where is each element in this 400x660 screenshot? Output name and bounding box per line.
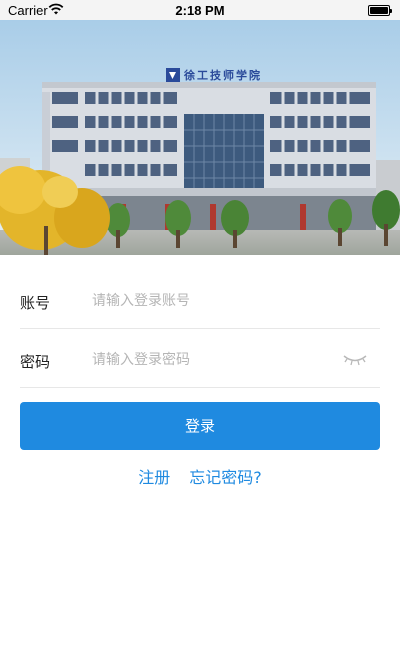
- auth-links: 注册 忘记密码?: [0, 464, 400, 488]
- login-screen: Carrier 2:18 PM 徐工技师学院 账号 请输入登录账号 密码 登录 …: [0, 0, 400, 660]
- password-row: 密码: [20, 329, 380, 388]
- account-row: 账号: [20, 270, 380, 329]
- password-label: 密码: [20, 353, 51, 371]
- login-form: 账号 密码: [20, 270, 380, 388]
- account-input[interactable]: [92, 288, 332, 314]
- eye-closed-icon[interactable]: [342, 353, 368, 367]
- password-input[interactable]: [92, 347, 332, 373]
- campus-building-illustration: [0, 20, 400, 255]
- account-label: 账号: [20, 294, 51, 312]
- campus-banner-image: 徐工技师学院: [0, 20, 400, 255]
- status-bar: Carrier 2:18 PM: [0, 0, 400, 20]
- forgot-password-link[interactable]: 忘记密码?: [189, 468, 262, 487]
- building-sign-text: 徐工技师学院: [184, 69, 262, 82]
- status-time: 2:18 PM: [175, 3, 225, 18]
- register-link[interactable]: 注册: [138, 468, 170, 487]
- battery-icon: [368, 5, 392, 16]
- login-button[interactable]: 登录: [20, 402, 380, 450]
